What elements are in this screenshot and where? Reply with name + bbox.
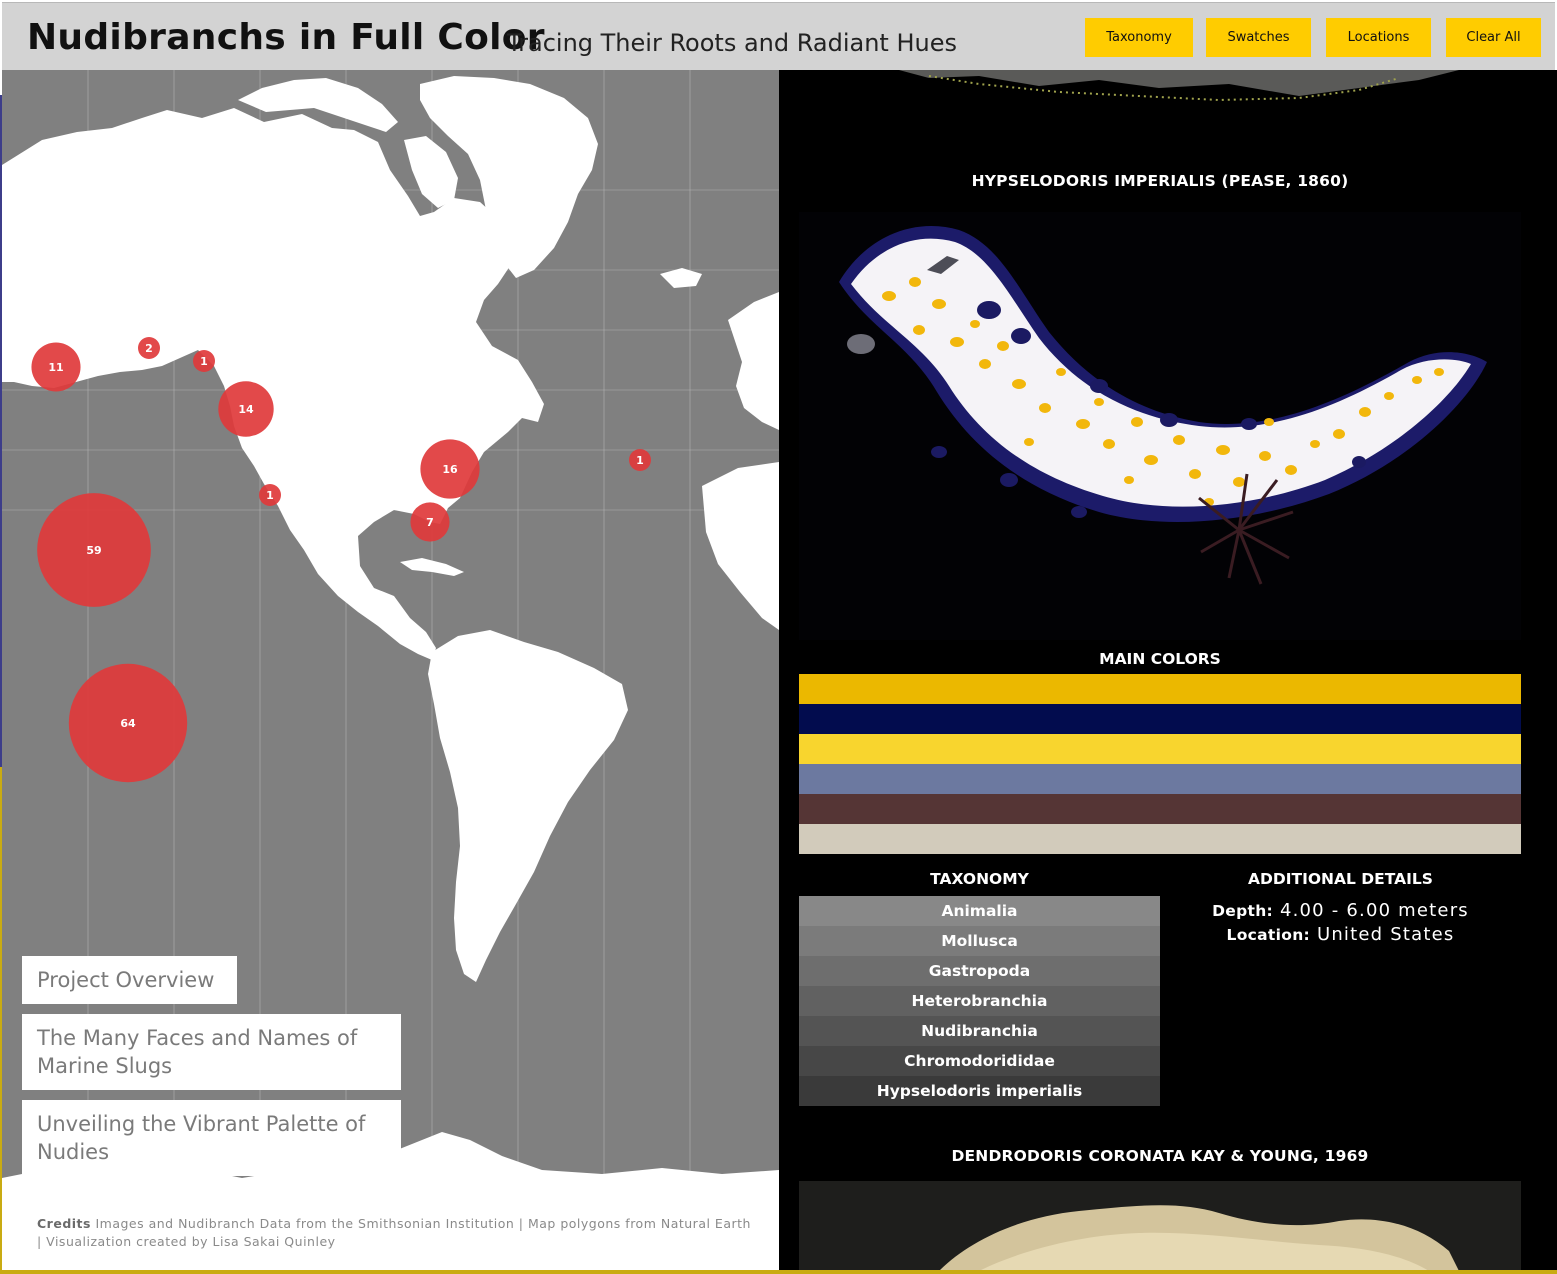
bubble-14[interactable]: 14	[218, 381, 274, 437]
depth-value: 4.00 - 6.00 meters	[1279, 900, 1469, 921]
color-swatch[interactable]	[799, 824, 1521, 854]
nudibranch-photo[interactable]	[799, 212, 1521, 640]
bubble-count-label: 1	[266, 489, 274, 502]
africa-landmass	[702, 462, 779, 630]
depth-label: Depth:	[1212, 902, 1274, 920]
iceland-landmass	[660, 268, 702, 288]
color-swatch[interactable]	[799, 794, 1521, 824]
next-species-name: DENDRODORIS CORONATA KAY & YOUNG, 1969	[951, 1147, 1369, 1165]
credits-text: Credits Images and Nudibranch Data from …	[37, 1215, 752, 1251]
specimen-panel[interactable]: HYPSELODORIS IMPERIALIS (PEASE, 1860) MA…	[779, 70, 1557, 1270]
locations-button[interactable]: Locations	[1326, 18, 1431, 57]
location-label: Location:	[1226, 926, 1311, 944]
bubble-16[interactable]: 16	[420, 439, 480, 499]
app-title: Nudibranchs in Full Color	[27, 17, 545, 58]
app-subtitle: Tracing Their Roots and Radiant Hues	[507, 29, 957, 57]
depth-detail: Depth: 4.00 - 6.00 meters	[1160, 900, 1521, 921]
additional-details-title: ADDITIONAL DETAILS	[1248, 870, 1433, 888]
bubble-count-label: 1	[200, 355, 208, 368]
next-nudibranch-photo[interactable]	[799, 1181, 1521, 1270]
bubble-count-label: 7	[426, 516, 434, 529]
baffin-island-landmass	[404, 136, 458, 208]
bubble-count-label: 1	[636, 454, 644, 467]
bubble-64[interactable]: 64	[68, 663, 188, 783]
faces-and-names-card[interactable]: The Many Faces and Names of Marine Slugs	[22, 1014, 401, 1090]
bubble-1-alaska[interactable]: 1	[193, 350, 215, 372]
bubble-2[interactable]: 2	[138, 337, 160, 359]
bubble-count-label: 64	[120, 717, 136, 730]
color-swatch[interactable]	[799, 704, 1521, 734]
europe-landmass	[728, 292, 779, 430]
taxonomy-row[interactable]: Hypselodoris imperialis	[799, 1076, 1160, 1106]
taxonomy-row[interactable]: Chromodorididae	[799, 1046, 1160, 1076]
taxonomy-row[interactable]: Nudibranchia	[799, 1016, 1160, 1046]
bubble-11[interactable]: 11	[31, 342, 81, 392]
frame-edge	[0, 1270, 1557, 1274]
previous-specimen-image	[899, 70, 1459, 102]
vibrant-palette-card[interactable]: Unveiling the Vibrant Palette of Nudies	[22, 1100, 401, 1176]
location-value: United States	[1316, 924, 1455, 945]
bubble-1-atlantic[interactable]: 1	[629, 449, 651, 471]
taxonomy-row[interactable]: Animalia	[799, 896, 1160, 926]
credits-section: Credits Images and Nudibranch Data from …	[2, 1195, 779, 1270]
color-swatch[interactable]	[799, 734, 1521, 764]
location-detail: Location: United States	[1160, 924, 1521, 945]
bubble-count-label: 59	[86, 544, 101, 557]
clear-all-button[interactable]: Clear All	[1446, 18, 1541, 57]
bubble-count-label: 2	[145, 342, 153, 355]
swatches-button[interactable]: Swatches	[1206, 18, 1311, 57]
taxonomy-row[interactable]: Gastropoda	[799, 956, 1160, 986]
bubble-count-label: 11	[48, 361, 63, 374]
project-overview-card[interactable]: Project Overview	[22, 956, 237, 1004]
app-header: Nudibranchs in Full Color Tracing Their …	[2, 2, 1555, 71]
taxonomy-button[interactable]: Taxonomy	[1085, 18, 1193, 57]
species-name: HYPSELODORIS IMPERIALIS (PEASE, 1860)	[971, 172, 1349, 190]
main-colors-title: MAIN COLORS	[1099, 650, 1221, 668]
bubble-59[interactable]: 59	[37, 493, 151, 607]
credits-label: Credits	[37, 1216, 91, 1231]
credits-body: Images and Nudibranch Data from the Smit…	[37, 1216, 751, 1249]
taxonomy-title: TAXONOMY	[930, 870, 1029, 888]
bubble-count-label: 14	[238, 403, 254, 416]
color-swatch[interactable]	[799, 764, 1521, 794]
bubble-count-label: 16	[442, 463, 458, 476]
color-swatch[interactable]	[799, 674, 1521, 704]
taxonomy-row[interactable]: Heterobranchia	[799, 986, 1160, 1016]
taxonomy-row[interactable]: Mollusca	[799, 926, 1160, 956]
bubble-7[interactable]: 7	[410, 502, 450, 542]
bubble-1-california[interactable]: 1	[259, 484, 281, 506]
south-america-landmass	[428, 630, 628, 982]
